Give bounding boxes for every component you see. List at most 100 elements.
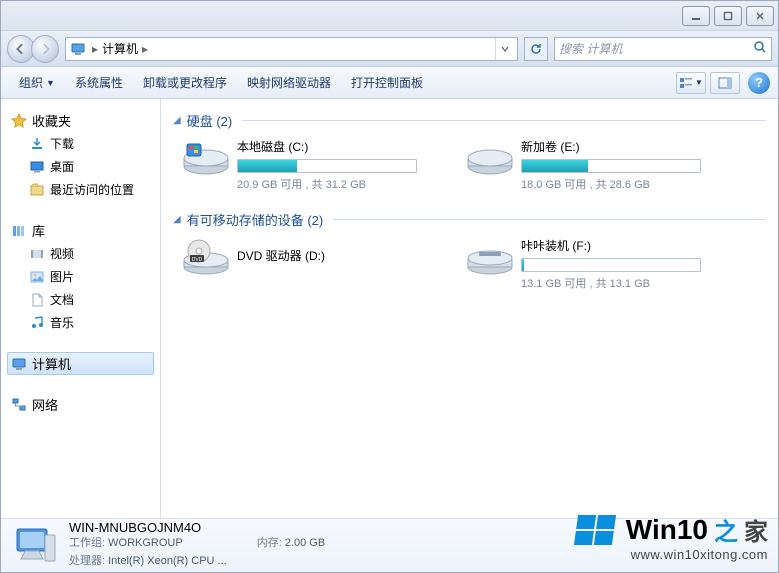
recent-icon	[29, 182, 45, 198]
document-icon	[29, 292, 45, 308]
computer-name: WIN-MNUBGOJNM4O	[69, 520, 325, 535]
group-title: 硬盘 (2)	[187, 111, 233, 130]
sidebar-item-music[interactable]: 音乐	[7, 311, 154, 334]
sidebar-computer-label: 计算机	[32, 354, 71, 373]
drive-info: 18.0 GB 可用 , 共 28.6 GB	[521, 176, 725, 192]
sidebar-item-downloads[interactable]: 下载	[7, 132, 154, 155]
sidebar-favorites[interactable]: 收藏夹	[7, 109, 154, 132]
chevron-down-icon: ▼	[46, 78, 55, 88]
workgroup-value: WORKGROUP	[108, 537, 183, 549]
help-icon: ?	[755, 75, 763, 90]
navigation-pane: 收藏夹 下载 桌面 最近访问的位置 库 视频 图片 文档 音乐 计算机	[1, 99, 161, 518]
minimize-button[interactable]	[682, 6, 710, 26]
chevron-right-icon: ▸	[140, 42, 150, 56]
sidebar-libraries-label: 库	[32, 221, 45, 240]
drive-label: 新加卷 (E:)	[521, 138, 725, 155]
drive-removable-f[interactable]: 咔咔装机 (F:) 13.1 GB 可用 , 共 13.1 GB	[465, 237, 725, 291]
sidebar-item-label: 图片	[50, 268, 74, 285]
search-icon	[753, 40, 767, 57]
map-drive-button[interactable]: 映射网络驱动器	[237, 67, 341, 98]
system-properties-button[interactable]: 系统属性	[65, 67, 133, 98]
sidebar-item-label: 视频	[50, 245, 74, 262]
cpu-key: 处理器:	[69, 555, 105, 567]
download-icon	[29, 136, 45, 152]
network-icon	[11, 397, 27, 413]
titlebar	[1, 1, 778, 31]
watermark-jia: 家	[744, 512, 768, 547]
preview-pane-button[interactable]	[710, 72, 740, 94]
computer-large-icon	[11, 525, 59, 567]
sidebar-item-videos[interactable]: 视频	[7, 242, 154, 265]
drive-label: DVD 驱动器 (D:)	[237, 247, 441, 264]
close-button[interactable]	[746, 6, 774, 26]
removable-icon	[465, 237, 515, 277]
drive-label: 本地磁盘 (C:)	[237, 138, 441, 155]
star-icon	[11, 113, 27, 129]
forward-button[interactable]	[31, 35, 59, 63]
navigation-row: ▸ 计算机 ▸ 搜索 计算机	[1, 31, 778, 67]
group-title: 有可移动存储的设备 (2)	[187, 210, 324, 229]
sidebar-libraries[interactable]: 库	[7, 219, 154, 242]
drive-info: 13.1 GB 可用 , 共 13.1 GB	[521, 275, 725, 291]
watermark: Win10 之家 www.win10xitong.com	[576, 512, 768, 562]
watermark-brand: Win10	[626, 514, 708, 546]
chevron-right-icon: ▸	[90, 42, 100, 56]
main-area: 收藏夹 下载 桌面 最近访问的位置 库 视频 图片 文档 音乐 计算机	[1, 99, 778, 518]
sysprops-label: 系统属性	[75, 74, 123, 91]
sidebar-item-label: 桌面	[50, 158, 74, 175]
capacity-bar	[237, 159, 417, 173]
sidebar-item-pictures[interactable]: 图片	[7, 265, 154, 288]
divider	[333, 219, 766, 220]
picture-icon	[29, 269, 45, 285]
breadcrumb-computer[interactable]: 计算机	[100, 40, 140, 57]
control-panel-button[interactable]: 打开控制面板	[341, 67, 433, 98]
triangle-down-icon: ◢	[173, 214, 181, 225]
search-placeholder: 搜索 计算机	[559, 40, 622, 57]
nav-buttons	[7, 35, 59, 63]
controlpanel-label: 打开控制面板	[351, 74, 423, 91]
sidebar-network-label: 网络	[32, 395, 58, 414]
music-icon	[29, 315, 45, 331]
drive-dvd-d[interactable]: DVD DVD 驱动器 (D:)	[181, 237, 441, 291]
computer-icon	[70, 41, 86, 57]
drive-local-c[interactable]: 本地磁盘 (C:) 20.9 GB 可用 , 共 31.2 GB	[181, 138, 441, 192]
sidebar-favorites-label: 收藏夹	[32, 111, 71, 130]
capacity-bar	[521, 258, 701, 272]
organize-menu[interactable]: 组织▼	[9, 67, 65, 98]
watermark-zhi: 之	[714, 512, 738, 547]
memory-key: 内存:	[257, 537, 282, 549]
sidebar-item-recent[interactable]: 最近访问的位置	[7, 178, 154, 201]
sidebar-item-label: 文档	[50, 291, 74, 308]
workgroup-key: 工作组:	[69, 537, 105, 549]
sidebar-network[interactable]: 网络	[7, 393, 154, 416]
hdd-icon	[181, 138, 231, 178]
sidebar-item-label: 下载	[50, 135, 74, 152]
organize-label: 组织	[19, 74, 43, 91]
chevron-down-icon: ▼	[695, 78, 703, 87]
watermark-url: www.win10xitong.com	[576, 547, 768, 562]
address-dropdown[interactable]	[495, 38, 513, 60]
uninstall-programs-button[interactable]: 卸载或更改程序	[133, 67, 237, 98]
help-button[interactable]: ?	[748, 72, 770, 94]
content-pane: ◢ 硬盘 (2) 本地磁盘 (C:) 20.9 GB 可用 , 共 31.2 G…	[161, 99, 778, 518]
video-icon	[29, 246, 45, 262]
refresh-button[interactable]	[524, 37, 548, 61]
sidebar-item-desktop[interactable]: 桌面	[7, 155, 154, 178]
sidebar-item-documents[interactable]: 文档	[7, 288, 154, 311]
memory-value: 2.00 GB	[285, 537, 325, 549]
triangle-down-icon: ◢	[173, 115, 181, 126]
maximize-button[interactable]	[714, 6, 742, 26]
library-icon	[11, 223, 27, 239]
sidebar-computer[interactable]: 计算机	[7, 352, 154, 375]
drive-label: 咔咔装机 (F:)	[521, 237, 725, 254]
drive-volume-e[interactable]: 新加卷 (E:) 18.0 GB 可用 , 共 28.6 GB	[465, 138, 725, 192]
hdd-icon	[465, 138, 515, 178]
search-input[interactable]: 搜索 计算机	[554, 37, 772, 61]
view-mode-button[interactable]: ▼	[676, 72, 706, 94]
address-bar[interactable]: ▸ 计算机 ▸	[65, 37, 518, 61]
sidebar-item-label: 音乐	[50, 314, 74, 331]
drive-info: 20.9 GB 可用 , 共 31.2 GB	[237, 176, 441, 192]
group-header-hdd[interactable]: ◢ 硬盘 (2)	[173, 111, 766, 130]
sidebar-item-label: 最近访问的位置	[50, 181, 134, 198]
group-header-removable[interactable]: ◢ 有可移动存储的设备 (2)	[173, 210, 766, 229]
